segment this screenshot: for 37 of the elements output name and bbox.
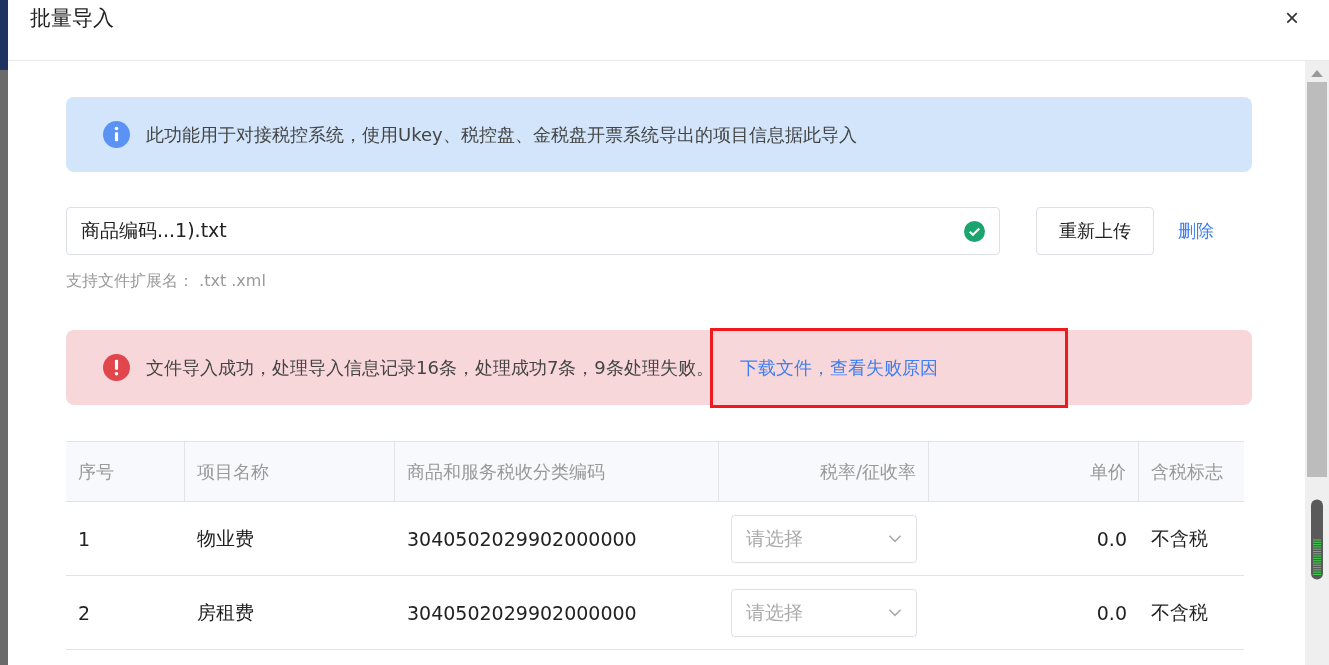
table-cell-text: 1 — [77, 527, 92, 550]
column-header: 单价 — [929, 442, 1139, 501]
level-meter-icon — [1311, 497, 1323, 582]
table-cell-text: 不含税 — [1150, 599, 1209, 625]
table-cell-text: 3040502029902000000 — [406, 601, 638, 624]
column-header: 序号 — [66, 442, 185, 501]
download-link[interactable]: 下载文件，查看失败原因 — [739, 356, 938, 378]
table-cell-text: 2 — [77, 601, 92, 624]
close-button[interactable]: × — [1285, 6, 1299, 30]
chevron-down-icon — [888, 534, 902, 543]
file-field[interactable]: 商品编码...1).txt — [66, 207, 1000, 255]
table-cell-text: 3040502029902000000 — [406, 527, 638, 550]
error-icon — [103, 354, 130, 381]
scroll-up-icon — [1311, 70, 1323, 77]
table-cell-text: 不含税 — [1150, 525, 1209, 551]
table-cell-text: 0.0 — [1095, 601, 1128, 624]
chevron-down-icon — [888, 608, 902, 617]
table-cell-text: 房租费 — [196, 599, 255, 625]
select-field[interactable]: 请选择 — [731, 588, 917, 637]
table-cell-text: 物业费 — [196, 525, 255, 551]
dialog-title: 批量导入 — [30, 5, 114, 32]
column-header: 商品和服务税收分类编码 — [395, 442, 719, 501]
scroll-thumb[interactable] — [1307, 82, 1327, 477]
column-header: 项目名称 — [185, 442, 395, 501]
reupload-button[interactable]: 重新上传 — [1036, 207, 1154, 255]
scrollbar[interactable] — [1305, 61, 1329, 665]
info-icon — [103, 121, 130, 148]
file-name: 商品编码...1).txt — [81, 218, 227, 243]
column-header: 含税标志 — [1150, 459, 1224, 484]
file-extension-hint: 支持文件扩展名： .txt .xml — [66, 271, 267, 292]
select-field[interactable]: 请选择 — [731, 514, 917, 563]
result-text: 文件导入成功，处理导入信息记录16条，处理成功7条，9条处理失败。 — [146, 355, 714, 380]
delete-link[interactable]: 删除 — [1178, 219, 1214, 243]
column-header: 税率/征收率 — [719, 442, 929, 501]
info-text: 此功能用于对接税控系统，使用Ukey、税控盘、金税盘开票系统导出的项目信息据此导入 — [146, 122, 857, 147]
nav-strip — [0, 0, 8, 70]
table-cell-text: 0.0 — [1095, 527, 1128, 550]
